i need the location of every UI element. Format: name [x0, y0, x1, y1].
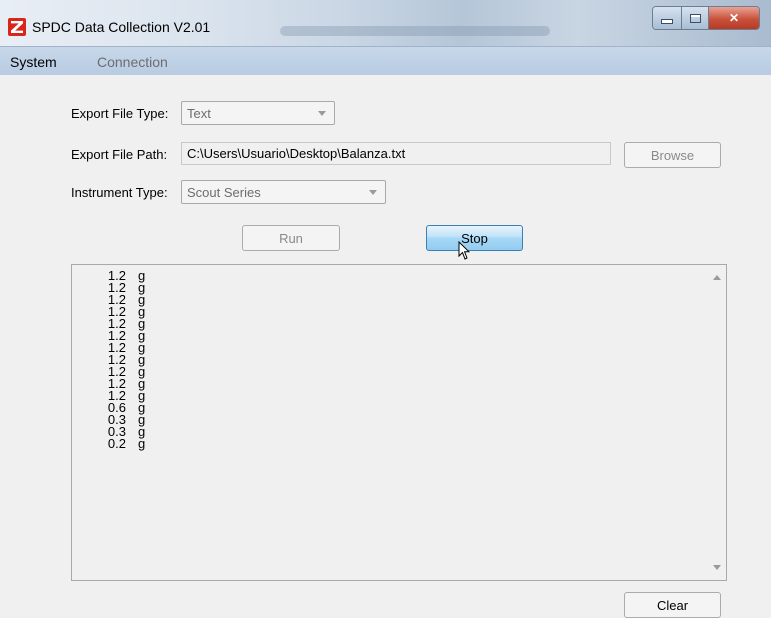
mouse-pointer-icon — [458, 241, 470, 260]
scroll-down-icon[interactable] — [713, 565, 721, 570]
export-file-type-value: Text — [187, 106, 211, 121]
instrument-type-label: Instrument Type: — [71, 185, 168, 200]
minimize-icon — [661, 18, 673, 24]
chevron-down-icon — [318, 111, 326, 116]
reading-value: 0.2 — [107, 436, 126, 451]
export-file-path-value: C:\Users\Usuario\Desktop\Balanza.txt — [187, 146, 406, 161]
clear-button[interactable]: Clear — [624, 592, 721, 618]
scroll-up-icon[interactable] — [713, 275, 721, 280]
instrument-type-value: Scout Series — [187, 185, 261, 200]
title-bar: SPDC Data Collection V2.01 ✕ — [0, 0, 771, 47]
title-bar-glass — [280, 26, 550, 36]
minimize-button[interactable] — [653, 7, 682, 29]
export-file-type-label: Export File Type: — [71, 106, 169, 121]
instrument-type-select[interactable]: Scout Series — [181, 180, 386, 204]
reading-unit: g — [138, 436, 146, 451]
close-icon: ✕ — [728, 11, 740, 25]
menu-system[interactable]: System — [10, 54, 57, 70]
browse-button[interactable]: Browse — [624, 142, 721, 168]
stop-button[interactable]: Stop — [426, 225, 523, 251]
vertical-scrollbar[interactable] — [708, 265, 726, 580]
ohaus-logo-icon — [8, 18, 26, 36]
chevron-down-icon — [369, 190, 377, 195]
export-file-path-label: Export File Path: — [71, 147, 168, 162]
menu-connection[interactable]: Connection — [97, 54, 168, 70]
run-button[interactable]: Run — [242, 225, 340, 251]
close-button[interactable]: ✕ — [709, 7, 759, 29]
maximize-button[interactable] — [682, 7, 709, 29]
menu-bar: System Connection — [0, 47, 771, 75]
window-controls: ✕ — [652, 6, 760, 30]
export-file-type-select[interactable]: Text — [181, 101, 335, 125]
reading-row: 0.2 g — [102, 436, 152, 451]
readings-list: 1.2 g 1.2 g 1.2 g 1.2 g 1.2 g 1.2 g 1.2 g 1.2 g 1.2 g 1.2 g… — [102, 269, 152, 451]
readings-output[interactable]: 1.2 g 1.2 g 1.2 g 1.2 g 1.2 g 1.2 g 1.2 g 1.2 g 1.2 g 1.2 g… — [71, 264, 727, 581]
window-title: SPDC Data Collection V2.01 — [32, 19, 211, 35]
maximize-icon — [689, 13, 701, 23]
export-file-path-field[interactable]: C:\Users\Usuario\Desktop\Balanza.txt — [181, 142, 611, 165]
